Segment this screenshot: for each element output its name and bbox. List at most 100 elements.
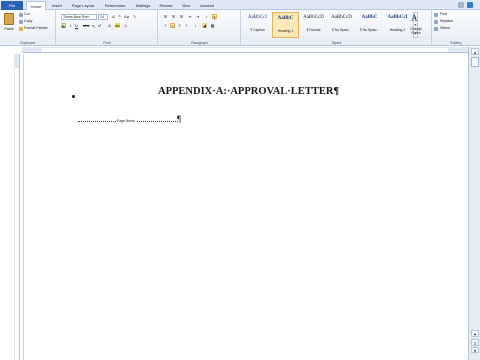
replace-button[interactable]: Replace [440,19,453,24]
cut-icon [19,13,23,17]
select-icon [434,27,438,31]
align-left-icon[interactable]: ≡ [163,23,168,28]
format-painter-button[interactable]: Format Painter [24,26,48,31]
borders-icon[interactable]: ▦ [210,23,215,28]
paragraph-mark-bullet [72,95,75,98]
font-name-box[interactable]: Times New Rom [61,14,97,20]
tab-file[interactable]: File [1,1,23,10]
vertical-ruler-text-area [15,68,19,360]
tab-acrobat[interactable]: Acrobat [196,1,218,10]
style-no-spacing[interactable]: AaBbCcD ¶ No Spaci... [328,12,355,38]
numbering-icon[interactable]: ☰ [171,14,176,19]
help-icon[interactable] [467,2,473,8]
style-heading-1[interactable]: AaBbC Heading 1 [272,12,299,38]
align-right-icon[interactable]: ≡ [177,23,182,28]
ribbon-tab-bar: File Home Insert Page Layout References … [0,0,480,10]
justify-icon[interactable]: ≡ [184,23,189,28]
subscript-button[interactable]: x₂ [91,23,96,28]
text-effects-icon[interactable]: A [107,23,112,28]
scroll-down-icon[interactable]: ▼ [471,330,479,337]
style-name: ¶ No Spaci... [331,28,352,32]
decrease-indent-icon[interactable]: ⇤ [188,14,193,19]
tab-review[interactable]: Review [156,1,176,10]
paragraph-group: ☰ ☰ ☰ ⇤ ⇥ ↕ ¶ ≡ ≡ ≡ ≡ ↕ ◢ ▦ Paragraph [159,10,241,46]
document-heading[interactable]: APPENDIX·A:·APPROVAL·LETTER¶ [158,86,339,97]
line-spacing-icon[interactable]: ↕ [193,23,198,28]
scroll-up-icon[interactable]: ▲ [471,48,479,55]
tab-page-layout[interactable]: Page Layout [68,1,98,10]
paragraph-group-label: Paragraph [191,41,208,45]
change-case-icon[interactable]: Aa [124,14,129,19]
clipboard-group: Paste Cut Copy Format Painter Clipboard [0,10,56,46]
cut-button[interactable]: Cut [24,12,30,17]
browse-object-icon[interactable]: ● [471,347,479,353]
find-icon [434,13,438,17]
page-break[interactable]: Page Break [78,119,178,123]
style-sample: AaBbC [361,15,378,20]
style-sample: AaBbCcD [303,15,324,20]
vertical-scrollbar[interactable]: ▲ ▼ ⇞ ● [468,47,480,360]
clipboard-group-label: Clipboard [19,41,36,45]
editing-group-label: Editing [450,41,462,45]
shading-icon[interactable]: ◢ [202,23,207,28]
replace-icon [434,20,438,24]
change-styles-label: Change Styles [410,27,422,35]
clear-formatting-icon[interactable]: ✎ [132,14,137,19]
paste-label: Paste [4,27,14,31]
strikethrough-button[interactable]: abc [83,23,89,28]
show-hide-marks-icon[interactable]: ¶ [212,14,217,20]
font-size-box[interactable]: 14 [98,14,108,20]
styles-group: AaBbCcI ¶ Caption AaBbC Heading 1 AaBbCc… [242,10,432,46]
grow-font-icon[interactable]: A [111,14,116,19]
style-normal[interactable]: AaBbCcD ¶ Normal [300,12,327,38]
bullets-icon[interactable]: ☰ [163,14,168,19]
multilevel-list-icon[interactable]: ☰ [179,14,184,19]
page-break-label: Page Break [116,119,136,123]
font-color-icon[interactable]: A [123,23,128,28]
bold-button[interactable]: B [61,23,66,29]
find-button[interactable]: Find [440,12,447,17]
editing-group: Find Replace Select Editing [432,10,480,46]
italic-button[interactable]: I [68,23,73,28]
page-edge [23,54,24,360]
underline-button[interactable]: U [74,23,79,28]
style-sample: AaBbCcI [248,15,267,20]
paragraph-mark: ¶ [177,114,182,124]
format-painter-icon [19,27,23,31]
tab-insert[interactable]: Insert [48,1,66,10]
minimize-ribbon-icon[interactable] [458,2,464,8]
shrink-font-icon[interactable]: A [117,14,122,19]
copy-icon [19,20,23,24]
change-styles-button[interactable]: A Change Styles [406,12,426,38]
select-button[interactable]: Select [440,26,450,31]
tab-references[interactable]: References [100,1,130,10]
tab-home[interactable]: Home [26,1,46,10]
sort-icon[interactable]: ↕ [204,14,209,19]
paste-icon [4,13,14,25]
style-sample: AaBbC [277,16,294,21]
style-name: ¶ Caption [250,28,265,32]
style-no-spacing-2[interactable]: AaBbC ¶ No Spaci... [356,12,383,38]
superscript-button[interactable]: x² [97,23,102,28]
style-name: Heading 1 [277,29,294,33]
style-name: ¶ No Spaci... [359,28,380,32]
font-group-label: Font [103,41,111,45]
increase-indent-icon[interactable]: ⇥ [195,14,200,19]
previous-page-icon[interactable]: ⇞ [471,339,479,346]
ribbon: Paste Cut Copy Format Painter Clipboard … [0,10,480,46]
vertical-ruler[interactable] [14,54,20,360]
ruler-text-area [42,48,448,52]
document-page[interactable] [21,54,467,360]
tab-mailings[interactable]: Mailings [132,1,154,10]
font-group: Times New Rom 14 A A Aa ✎ B I U abc x₂ x… [57,10,158,46]
tab-view[interactable]: View [178,1,194,10]
align-center-icon[interactable]: ≡ [170,23,175,29]
copy-button[interactable]: Copy [24,19,32,24]
highlight-color-icon[interactable]: ab [115,23,120,28]
style-sample: AaBbCcD [331,15,352,20]
paste-button[interactable]: Paste [3,12,15,36]
scroll-thumb[interactable] [471,57,479,67]
horizontal-ruler[interactable] [22,47,468,53]
style-caption[interactable]: AaBbCcI ¶ Caption [244,12,271,38]
change-styles-icon: A [411,13,418,23]
